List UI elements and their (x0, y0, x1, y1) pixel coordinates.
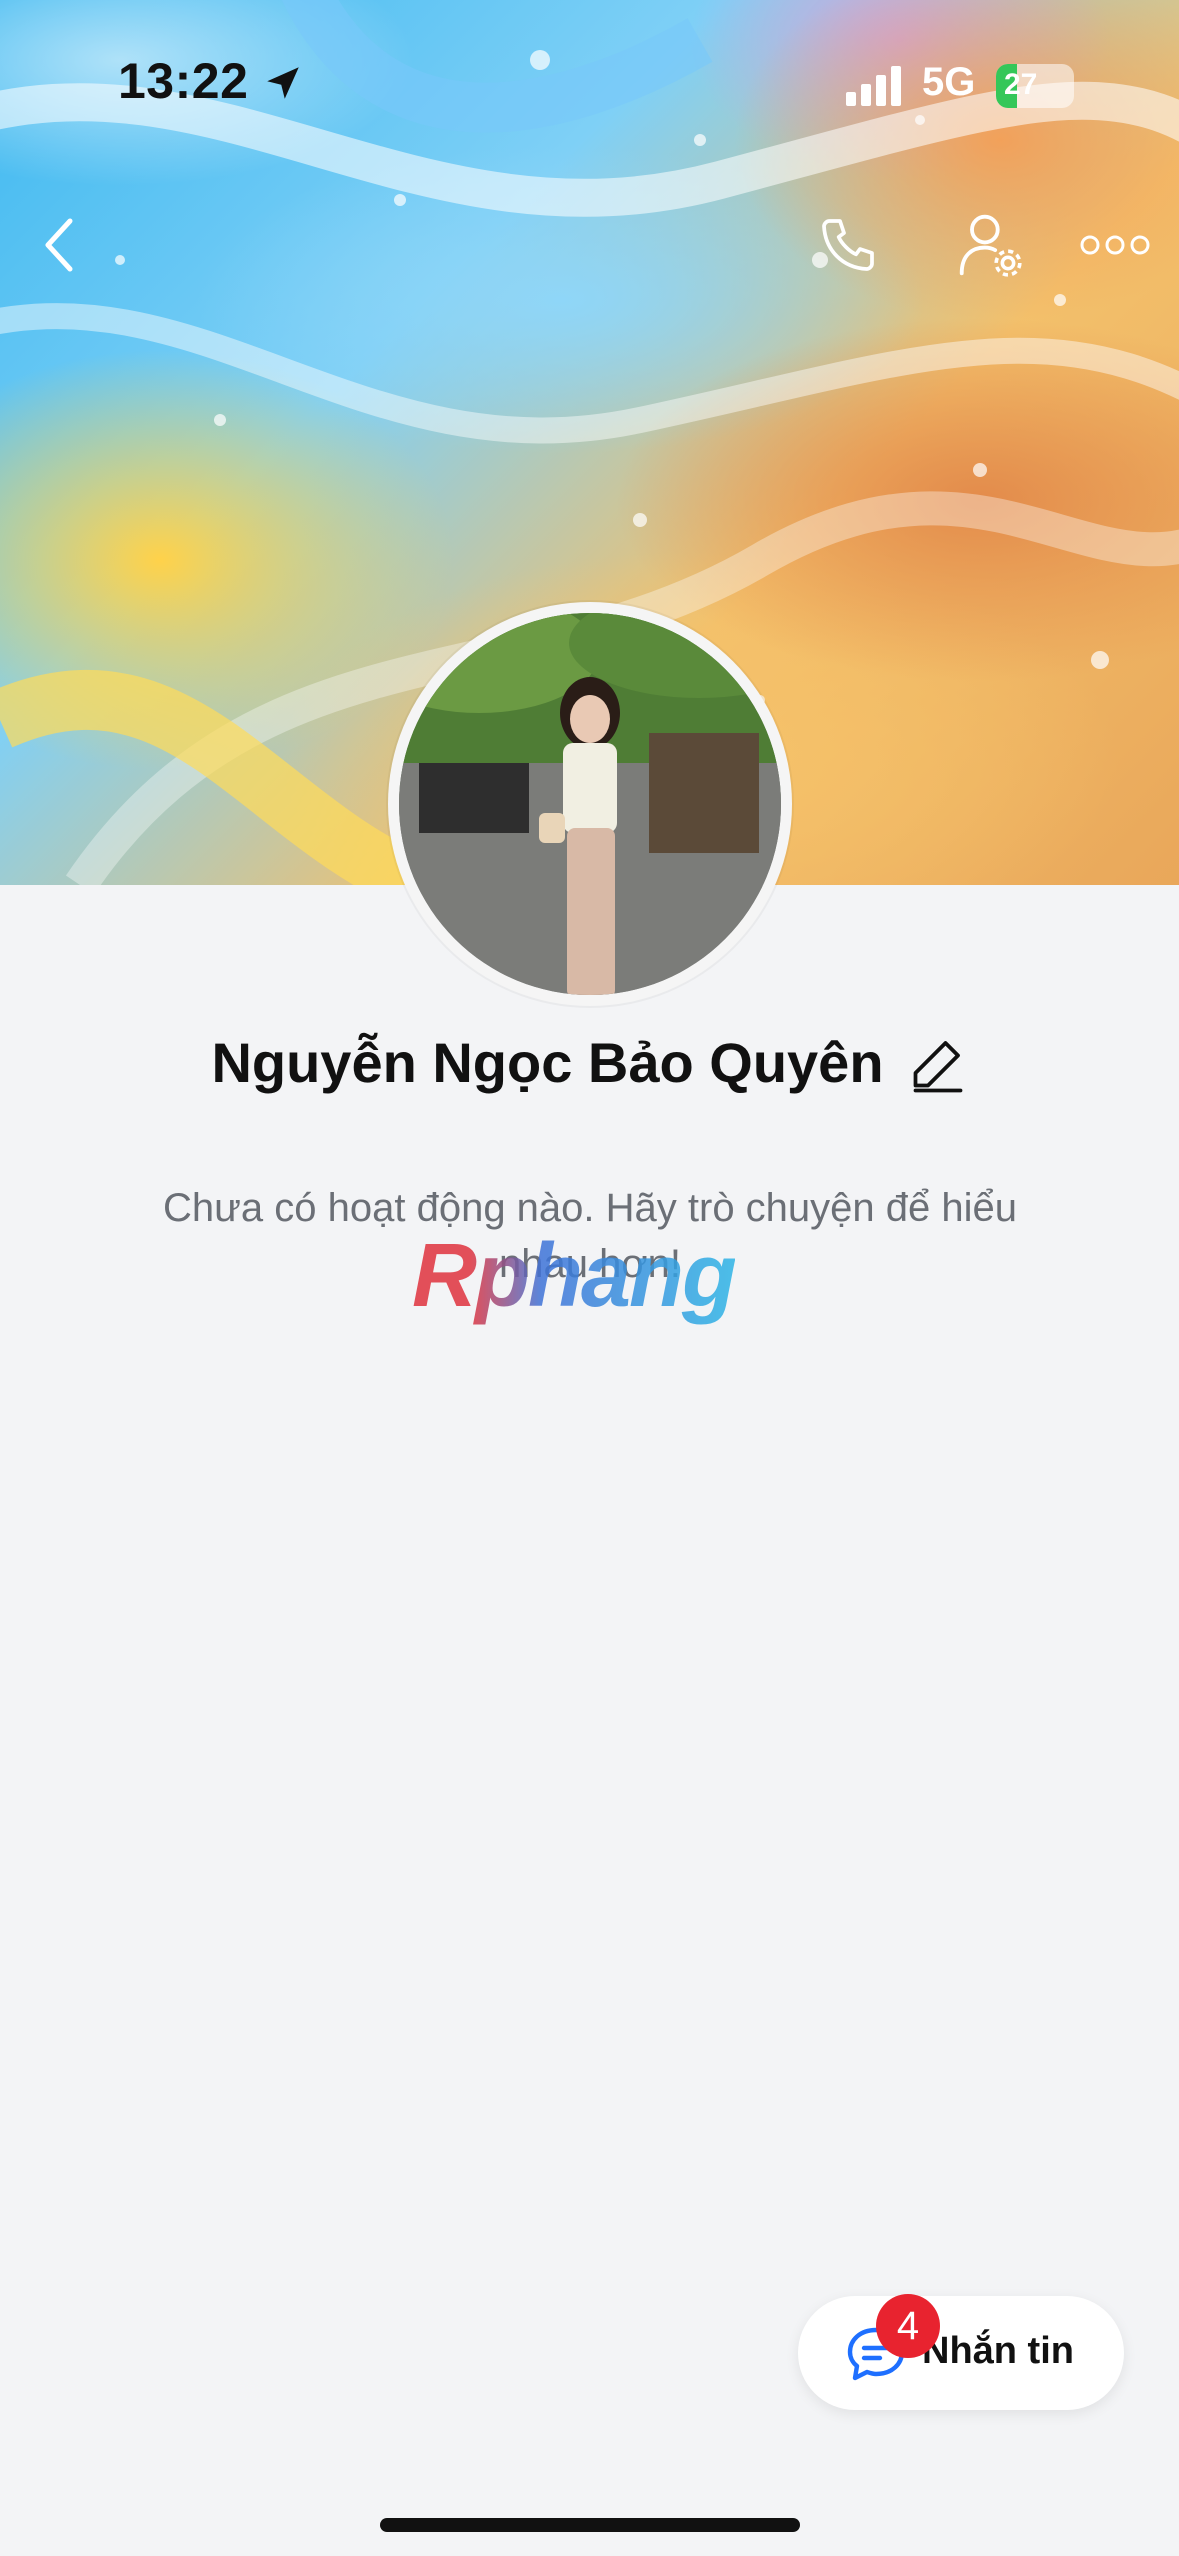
location-arrow-icon (267, 67, 299, 99)
home-indicator (380, 2518, 800, 2532)
signal-icon (846, 66, 901, 106)
edit-icon[interactable] (908, 1033, 968, 1093)
person-settings-icon (959, 214, 1022, 277)
battery-percent: 27 (1004, 68, 1038, 101)
more-options-button[interactable] (1075, 215, 1155, 275)
more-icon (1080, 235, 1150, 255)
status-bar: 13:22 5G 27 (0, 0, 1179, 150)
status-time: 13:22 (118, 53, 249, 109)
watermark-logo: Rphang (412, 1226, 737, 1326)
send-message-label: Nhắn tin (922, 2330, 1074, 2372)
profile-name: Nguyễn Ngọc Bảo Quyên (211, 1031, 884, 1094)
avatar[interactable] (388, 602, 792, 1006)
call-button[interactable] (808, 205, 888, 285)
avatar-photo (399, 613, 781, 995)
unread-badge: 4 (876, 2294, 940, 2358)
back-button[interactable] (30, 210, 90, 280)
profile-name-row: Nguyễn Ngọc Bảo Quyên (0, 1030, 1179, 1095)
phone-icon (822, 219, 874, 271)
profile-settings-button[interactable] (945, 205, 1035, 285)
battery-indicator: 27 (996, 64, 1074, 108)
back-icon (45, 218, 73, 272)
send-message-button[interactable]: Nhắn tin (798, 2296, 1124, 2410)
network-type: 5G (922, 60, 976, 104)
